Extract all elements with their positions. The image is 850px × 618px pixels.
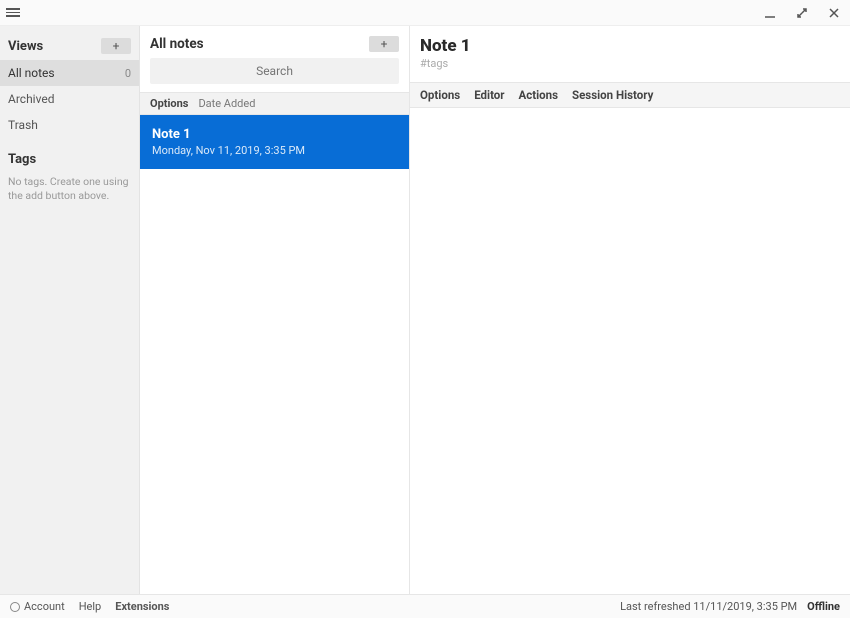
search-input[interactable]	[150, 58, 399, 84]
sidebar-item-count: 0	[125, 67, 131, 80]
last-refreshed: Last refreshed 11/11/2019, 3:35 PM	[620, 600, 797, 613]
extensions-link[interactable]: Extensions	[115, 600, 169, 613]
editor-header: Note 1 #tags	[410, 26, 850, 74]
sidebar: Views + All notes 0 Archived Trash Tags …	[0, 26, 140, 594]
note-list-subheader: Options Date Added	[140, 92, 409, 115]
note-list-title: All notes	[150, 36, 204, 52]
maximize-button[interactable]	[792, 5, 812, 21]
minimize-button[interactable]	[760, 5, 780, 21]
close-button[interactable]	[824, 5, 844, 21]
account-icon	[10, 602, 20, 612]
note-list-header: All notes +	[140, 26, 409, 58]
editor-title[interactable]: Note 1	[420, 36, 840, 56]
editor-panel: Note 1 #tags Options Editor Actions Sess…	[410, 26, 850, 594]
titlebar	[0, 0, 850, 25]
account-link[interactable]: Account	[10, 600, 65, 613]
tab-session-history[interactable]: Session History	[572, 88, 653, 102]
editor-body[interactable]	[410, 108, 850, 594]
note-list-options[interactable]: Options	[150, 97, 188, 110]
editor-tabs: Options Editor Actions Session History	[410, 82, 850, 108]
views-header: Views +	[0, 34, 139, 60]
note-item-title: Note 1	[152, 127, 397, 142]
account-label: Account	[24, 600, 65, 613]
main-content: Views + All notes 0 Archived Trash Tags …	[0, 25, 850, 594]
tags-title: Tags	[8, 152, 36, 167]
views-title: Views	[8, 39, 43, 54]
tags-empty-message: No tags. Create one using the add button…	[0, 173, 139, 204]
tab-options[interactable]: Options	[420, 88, 460, 102]
note-list-panel: All notes + Options Date Added Note 1 Mo…	[140, 26, 410, 594]
note-item[interactable]: Note 1 Monday, Nov 11, 2019, 3:35 PM	[140, 115, 409, 169]
add-view-button[interactable]: +	[101, 38, 131, 54]
note-item-date: Monday, Nov 11, 2019, 3:35 PM	[152, 144, 397, 157]
connection-status: Offline	[807, 600, 840, 613]
sidebar-item-trash[interactable]: Trash	[0, 112, 139, 138]
menu-icon[interactable]	[6, 8, 20, 17]
tags-header: Tags	[0, 148, 139, 173]
sidebar-item-label: Archived	[8, 92, 54, 106]
footer: Account Help Extensions Last refreshed 1…	[0, 594, 850, 618]
add-note-button[interactable]: +	[369, 36, 399, 52]
sidebar-item-all-notes[interactable]: All notes 0	[0, 60, 139, 86]
help-link[interactable]: Help	[79, 600, 102, 613]
search-wrap	[140, 58, 409, 92]
tab-actions[interactable]: Actions	[519, 88, 559, 102]
note-list-sort[interactable]: Date Added	[198, 97, 255, 110]
sidebar-item-archived[interactable]: Archived	[0, 86, 139, 112]
editor-tags-field[interactable]: #tags	[420, 57, 840, 70]
sidebar-item-label: All notes	[8, 66, 55, 80]
sidebar-item-label: Trash	[8, 118, 38, 132]
tab-editor[interactable]: Editor	[474, 88, 504, 102]
